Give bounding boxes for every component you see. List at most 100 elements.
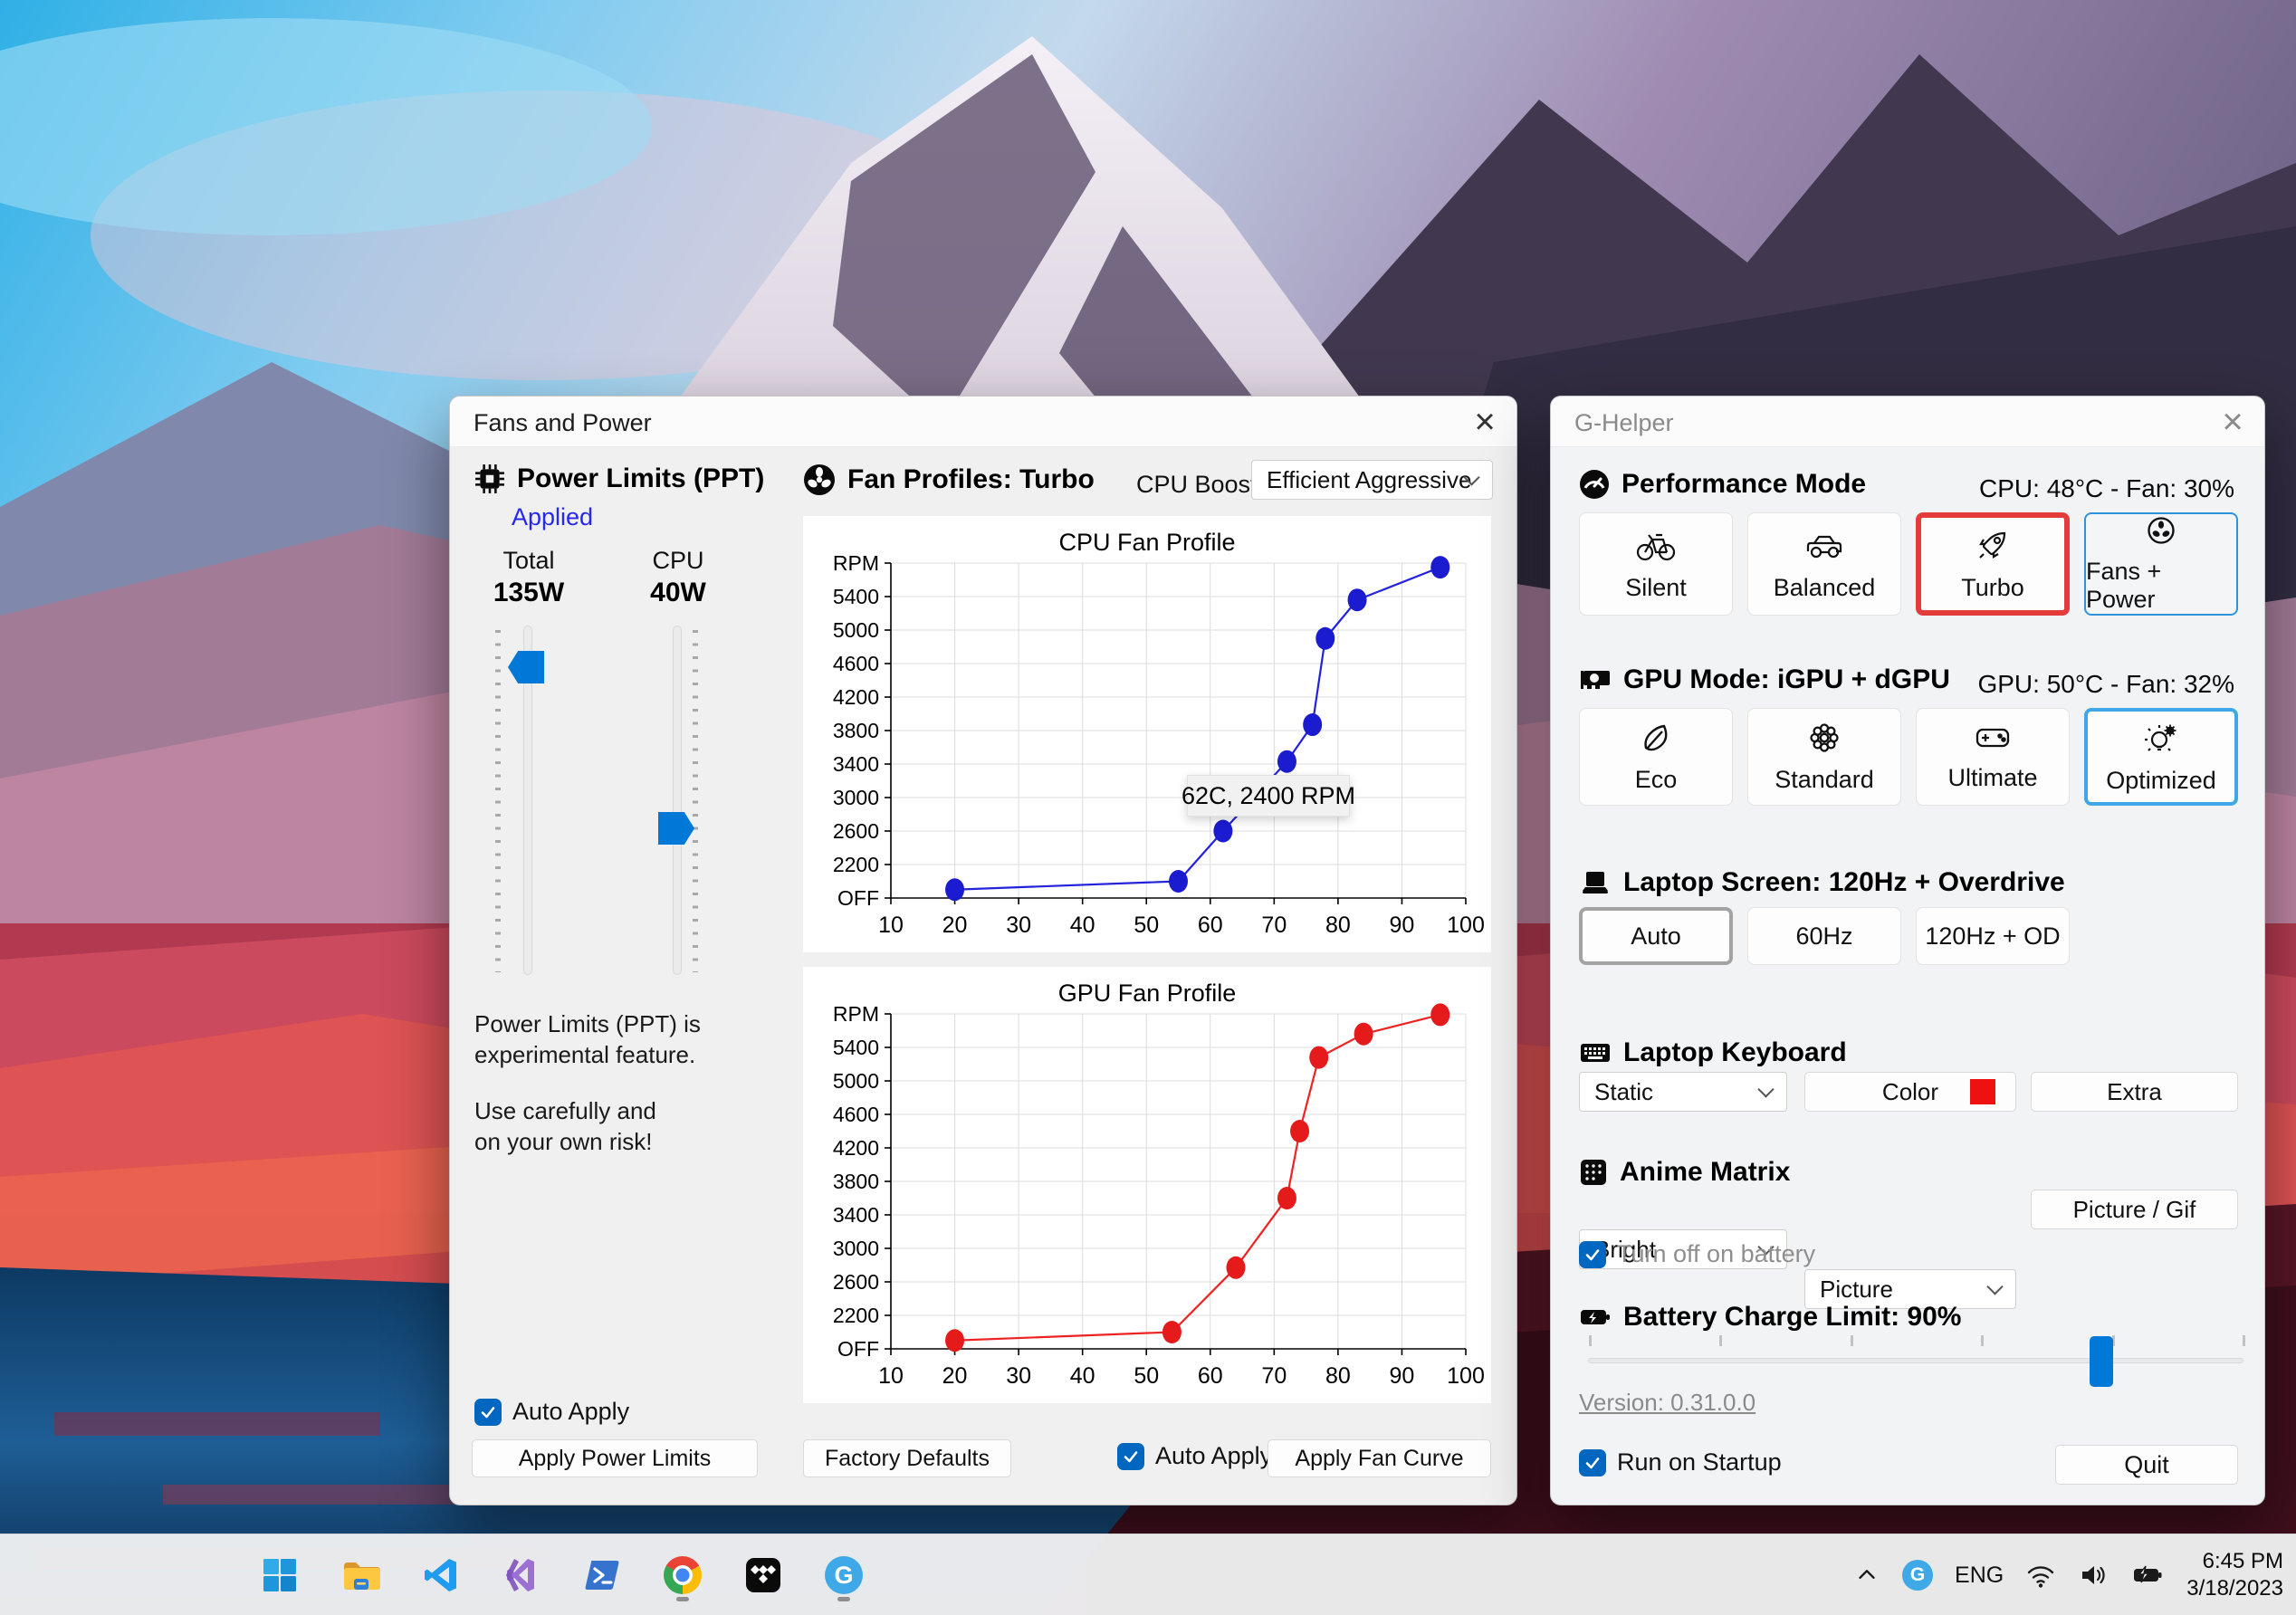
svg-text:50: 50 xyxy=(1134,1363,1159,1389)
svg-text:5000: 5000 xyxy=(833,618,879,642)
chevron-down-icon xyxy=(1757,1081,1775,1098)
cpu-boost-label: CPU Boost xyxy=(1136,471,1258,498)
wifi-icon[interactable] xyxy=(2025,1561,2056,1590)
ppt-note-2: Use carefully and on your own risk! xyxy=(474,1097,656,1155)
svg-text:GPU Fan Profile: GPU Fan Profile xyxy=(1058,980,1237,1007)
ghelper-tray-icon[interactable]: G xyxy=(1902,1560,1934,1591)
gamepad-icon xyxy=(1976,728,2010,747)
matrix-icon xyxy=(1581,1160,1606,1185)
svg-text:OFF: OFF xyxy=(837,1337,879,1361)
gpu-eco-button[interactable]: Eco xyxy=(1579,708,1733,806)
gpu-fan-profile-chart[interactable]: GPU Fan Profile 10 20 30 40 50 60 70 80 90 100 OFF 2… xyxy=(803,967,1491,1403)
perf-silent-button[interactable]: Silent xyxy=(1579,512,1733,616)
apply-fan-curve-button[interactable]: Apply Fan Curve xyxy=(1268,1439,1491,1477)
slider-tick xyxy=(1850,1335,1853,1346)
performance-mode-heading: Performance Mode xyxy=(1579,469,1866,500)
svg-text:50: 50 xyxy=(1134,913,1159,938)
battery-limit-slider[interactable] xyxy=(1588,1335,2245,1387)
svg-text:5000: 5000 xyxy=(833,1069,879,1093)
version-link[interactable]: Version: 0.31.0.0 xyxy=(1579,1389,1755,1417)
picture-gif-button[interactable]: Picture / Gif xyxy=(2031,1190,2238,1229)
svg-text:70: 70 xyxy=(1261,1363,1287,1389)
language-indicator[interactable]: ENG xyxy=(1955,1562,2004,1589)
power-limits-heading: Power Limits (PPT) xyxy=(474,463,764,494)
svg-text:RPM: RPM xyxy=(833,551,879,575)
gpu-ultimate-button[interactable]: Ultimate xyxy=(1916,708,2070,806)
fans-and-power-window: Fans and Power × Power Limits (PPT) Appl… xyxy=(449,396,1517,1505)
gpu-mode-heading: GPU Mode: iGPU + dGPU xyxy=(1579,664,1950,695)
svg-text:5400: 5400 xyxy=(833,585,879,608)
fans-titlebar[interactable]: Fans and Power × xyxy=(450,397,1516,447)
keyboard-color-button[interactable]: Color xyxy=(1804,1072,2016,1112)
battery-charging-icon[interactable] xyxy=(2130,1561,2165,1590)
gpu-standard-button[interactable]: Standard xyxy=(1747,708,1901,806)
slider-tick xyxy=(1589,1335,1592,1346)
cpu-slider-handle[interactable] xyxy=(658,812,694,845)
svg-text:40: 40 xyxy=(1070,1363,1095,1389)
total-label: Total xyxy=(502,547,555,574)
battery-charge-heading: Battery Charge Limit: 90% xyxy=(1579,1302,1961,1333)
taskbar-clock[interactable]: 6:45 PM 3/18/2023 xyxy=(2186,1548,2283,1602)
perf-balanced-button[interactable]: Balanced xyxy=(1747,512,1901,616)
svg-text:4600: 4600 xyxy=(833,1103,879,1126)
car-icon xyxy=(1806,535,1842,558)
perf-turbo-button[interactable]: Turbo xyxy=(1916,512,2070,616)
factory-defaults-button[interactable]: Factory Defaults xyxy=(803,1439,1011,1477)
total-slider-handle[interactable] xyxy=(508,651,544,683)
tidal-button[interactable] xyxy=(735,1547,791,1603)
svg-text:4600: 4600 xyxy=(833,652,879,675)
close-icon[interactable]: × xyxy=(1459,398,1511,445)
laptop-screen-heading: Laptop Screen: 120Hz + Overdrive xyxy=(1579,867,2065,898)
gauge-icon xyxy=(1580,470,1609,499)
screen-60hz-button[interactable]: 60Hz xyxy=(1747,907,1901,965)
apply-power-limits-button[interactable]: Apply Power Limits xyxy=(472,1439,758,1477)
screen-auto-button[interactable]: Auto xyxy=(1579,907,1733,965)
applied-link[interactable]: Applied xyxy=(512,503,593,531)
volume-icon[interactable] xyxy=(2078,1561,2109,1590)
vscode-button[interactable] xyxy=(413,1547,469,1603)
svg-text:2600: 2600 xyxy=(833,1270,879,1294)
fans-window-title: Fans and Power xyxy=(474,409,652,436)
start-button[interactable] xyxy=(252,1547,308,1603)
svg-text:3800: 3800 xyxy=(833,719,879,742)
quit-button[interactable]: Quit xyxy=(2055,1445,2238,1485)
file-explorer-button[interactable] xyxy=(332,1547,388,1603)
ghelper-window-title: G-Helper xyxy=(1574,409,1674,436)
battery-icon xyxy=(1581,1310,1610,1324)
taskbar: G G ENG 6:45 PM 3/18/2023 xyxy=(0,1534,2296,1615)
powershell-button[interactable] xyxy=(574,1547,630,1603)
cpu-fan-profile-chart[interactable]: CPU Fan Profile 10 20 30 40 50 60 70 80 90 100 OFF 2… xyxy=(803,516,1491,952)
svg-text:10: 10 xyxy=(878,1363,904,1389)
svg-text:RPM: RPM xyxy=(833,1002,879,1026)
chevron-up-icon[interactable] xyxy=(1853,1562,1880,1589)
keyboard-mode-select[interactable]: Static xyxy=(1579,1072,1787,1112)
power-auto-apply-checkbox[interactable]: Auto Apply xyxy=(474,1398,629,1426)
visual-studio-button[interactable] xyxy=(493,1547,550,1603)
screen-120hz-od-button[interactable]: 120Hz + OD xyxy=(1916,907,2070,965)
cpu-slider-ticks xyxy=(693,630,698,972)
run-on-startup-checkbox[interactable]: Run on Startup xyxy=(1579,1448,1782,1476)
cpu-slider-track[interactable] xyxy=(673,626,682,975)
visual-studio-icon xyxy=(506,1559,534,1591)
battery-limit-slider-handle[interactable] xyxy=(2090,1336,2113,1387)
svg-text:CPU Fan Profile: CPU Fan Profile xyxy=(1058,529,1235,556)
svg-text:3000: 3000 xyxy=(833,786,879,809)
svg-text:3400: 3400 xyxy=(833,752,879,776)
chrome-button[interactable] xyxy=(655,1547,711,1603)
checkbox-checked-icon xyxy=(1579,1448,1606,1476)
slider-tick xyxy=(2243,1335,2245,1346)
close-icon[interactable]: × xyxy=(2206,398,2259,445)
ghelper-titlebar[interactable]: G-Helper × xyxy=(1551,397,2264,447)
svg-text:30: 30 xyxy=(1006,913,1031,938)
gpu-optimized-button[interactable]: Optimized xyxy=(2084,708,2238,806)
cpu-chip-icon xyxy=(475,464,504,493)
fan-point-tooltip: 62C, 2400 RPM xyxy=(1181,775,1355,817)
turn-off-on-battery-checkbox[interactable]: Turn off on battery xyxy=(1579,1240,1815,1268)
perf-fans-power-button[interactable]: Fans + Power xyxy=(2084,512,2238,616)
leaf-icon xyxy=(1644,724,1668,750)
keyboard-extra-button[interactable]: Extra xyxy=(2031,1072,2238,1112)
cpu-value: 40W xyxy=(650,578,706,607)
ghelper-taskbar-button[interactable]: G xyxy=(816,1547,872,1603)
curve-auto-apply-checkbox[interactable]: Auto Apply xyxy=(1117,1442,1272,1470)
cpu-boost-select[interactable]: Efficient Aggressive xyxy=(1251,460,1493,500)
